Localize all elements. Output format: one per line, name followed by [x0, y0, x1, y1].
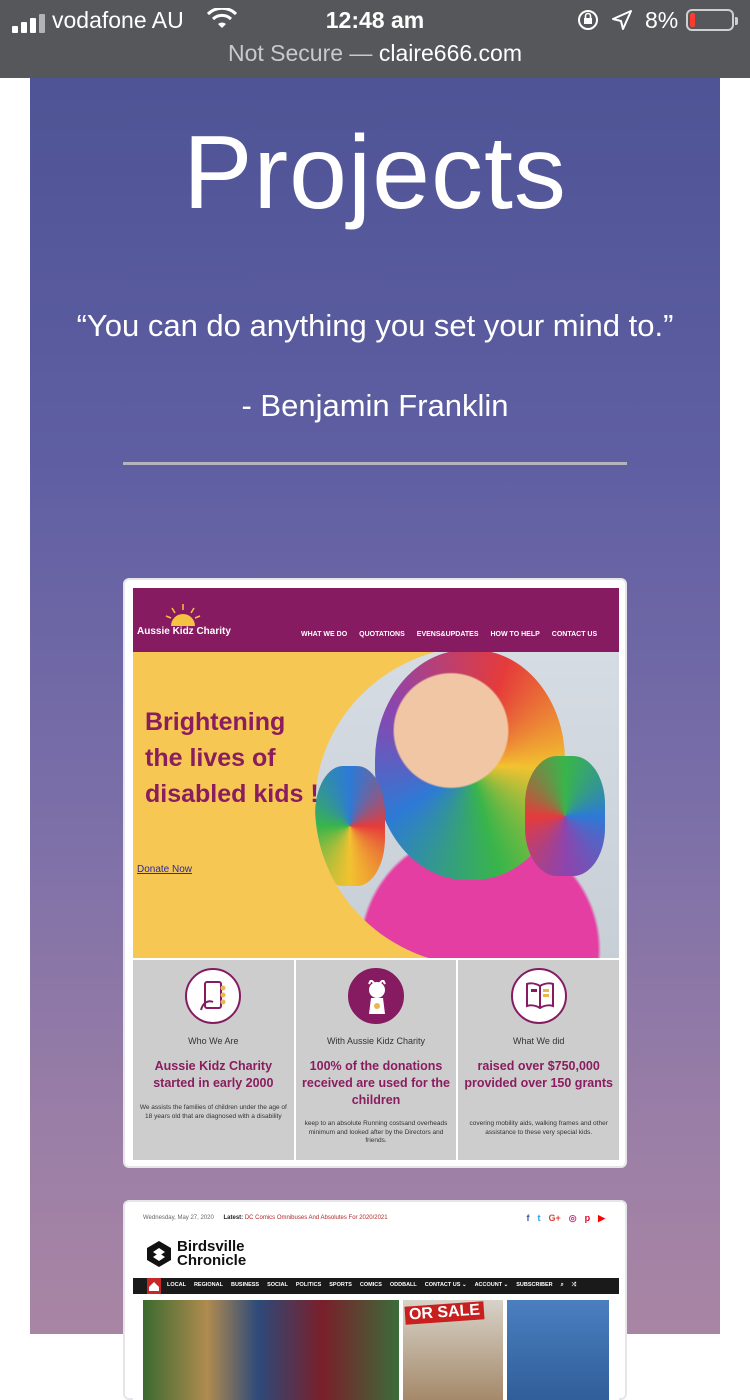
ak-column: With Aussie Kidz Charity 100% of the don… [295, 960, 457, 1160]
facebook-icon: f [526, 1213, 530, 1223]
bc-menu-item: CONTACT US ⌄ [424, 1282, 467, 1288]
ak-logo-text: Aussie Kidz Charity [137, 626, 231, 637]
ak-menu-item: HOW TO HELP [490, 631, 540, 638]
ak-column: What We did raised over $750,000 provide… [458, 960, 619, 1160]
ak-menu-item: CONTACT US [551, 631, 598, 638]
page-title: Projects [183, 115, 567, 231]
google-plus-icon: G+ [548, 1213, 561, 1223]
battery-percent: 8% [645, 7, 679, 33]
divider [123, 462, 627, 465]
shuffle-icon: ⤮ [571, 1282, 577, 1288]
project-card-birdsville-chronicle[interactable]: Wednesday, May 27, 2020 Latest: DC Comic… [123, 1200, 627, 1400]
pinterest-icon: p [584, 1213, 591, 1223]
painted-child-photo [315, 652, 619, 958]
status-bar: vodafone AU 12:48 am 8% Not Secure — cla… [0, 0, 750, 78]
bc-menu-item: SPORTS [329, 1282, 352, 1288]
ak-column: Who We Are Aussie Kidz Charity started i… [133, 960, 294, 1160]
bc-menu-item: ODDBALL [389, 1282, 417, 1288]
ak-col-subtitle: Who We Are [188, 1036, 239, 1046]
home-icon [147, 1278, 161, 1294]
quote-author: - Benjamin Franklin [241, 388, 509, 423]
project-screenshot: Aussie Kidz Charity WHAT WE DO QUOTATION… [133, 588, 619, 1160]
ak-col-subtitle: With Aussie Kidz Charity [326, 1036, 426, 1046]
ak-headline: Brightening the lives of disabled kids ! [145, 708, 319, 808]
child-icon [348, 968, 404, 1024]
location-icon [611, 9, 633, 36]
ak-col-heading: raised over $750,000 provided over 150 g… [464, 1059, 614, 1090]
ak-navbar: Aussie Kidz Charity WHAT WE DO QUOTATION… [133, 588, 619, 652]
not-secure-label: Not Secure — [227, 40, 379, 66]
sign-photo [507, 1300, 609, 1400]
url-text: claire666.com [378, 40, 523, 66]
bc-social-icons: f t G+ ◎ p ▶ [526, 1213, 605, 1224]
ak-col-text: covering mobility aids, walking frames a… [469, 1120, 608, 1136]
project-card-aussie-kidz[interactable]: Aussie Kidz Charity WHAT WE DO QUOTATION… [123, 578, 627, 1168]
bc-logo: Birdsville Chronicle [145, 1239, 247, 1269]
ak-col-text: keep to an absolute Running costsand ove… [304, 1120, 448, 1144]
bc-featured-images: OR SALE [143, 1300, 609, 1400]
rotation-lock-icon [576, 8, 600, 37]
bc-navbar: LOCAL REGIONAL BUSINESS SOCIAL POLITICS … [133, 1278, 619, 1294]
ak-menu-item: QUOTATIONS [359, 631, 405, 638]
bc-logo-line2: Chronicle [177, 1252, 247, 1269]
bc-menu-item: COMICS [359, 1282, 382, 1288]
ak-col-subtitle: What We did [513, 1036, 565, 1046]
donate-link: Donate Now [137, 864, 193, 875]
twitter-icon: t [537, 1213, 541, 1223]
search-icon: ⌕ [560, 1282, 564, 1288]
address-bar[interactable]: Not Secure — claire666.com [0, 40, 750, 67]
ak-col-heading: 100% of the donations received are used … [302, 1059, 450, 1107]
chronicle-logo-icon [147, 1241, 171, 1267]
ak-menu-item: WHAT WE DO [301, 631, 348, 638]
ak-col-text: We assists the families of children unde… [139, 1104, 287, 1120]
bc-menu-item: SOCIAL [267, 1282, 288, 1288]
bc-menu-item: ACCOUNT ⌄ [474, 1282, 509, 1288]
phone-hand-icon [185, 968, 242, 1024]
youtube-icon: ▶ [598, 1213, 605, 1223]
sun-logo-icon [165, 604, 201, 626]
battery-icon [686, 9, 738, 31]
rugby-photo [143, 1300, 399, 1400]
clock: 12:48 am [325, 7, 425, 33]
ak-hero: Brightening the lives of disabled kids !… [133, 652, 619, 958]
quote-text: “You can do anything you set your mind t… [76, 308, 674, 343]
bc-date: Wednesday, May 27, 2020 [143, 1215, 214, 1221]
bc-menu-item: BUSINESS [230, 1282, 260, 1288]
instagram-icon: ◎ [568, 1213, 577, 1223]
projects-section: Projects “You can do anything you set yo… [30, 78, 720, 1400]
bc-latest-value: DC Comics Omnibuses And Absolutes For 20… [244, 1215, 388, 1221]
bc-menu-item: LOCAL [167, 1282, 186, 1288]
bc-topbar: Wednesday, May 27, 2020 Latest: DC Comic… [143, 1215, 388, 1221]
bc-menu-item: SUBSCRIBER [516, 1282, 553, 1288]
bc-menu-item: POLITICS [295, 1282, 322, 1288]
project-screenshot: Wednesday, May 27, 2020 Latest: DC Comic… [133, 1210, 619, 1400]
bc-latest-label: Latest: [223, 1215, 244, 1221]
book-icon [510, 968, 567, 1024]
ak-menu: WHAT WE DO QUOTATIONS EVENS&UPDATES HOW … [301, 631, 597, 638]
bc-menu: LOCAL REGIONAL BUSINESS SOCIAL POLITICS … [167, 1282, 576, 1289]
ak-col-heading: Aussie Kidz Charity started in early 200… [153, 1059, 274, 1090]
bc-menu-item: REGIONAL [193, 1282, 223, 1288]
ak-info-columns: Who We Are Aussie Kidz Charity started i… [133, 960, 619, 1160]
ak-menu-item: EVENS&UPDATES [416, 631, 479, 638]
